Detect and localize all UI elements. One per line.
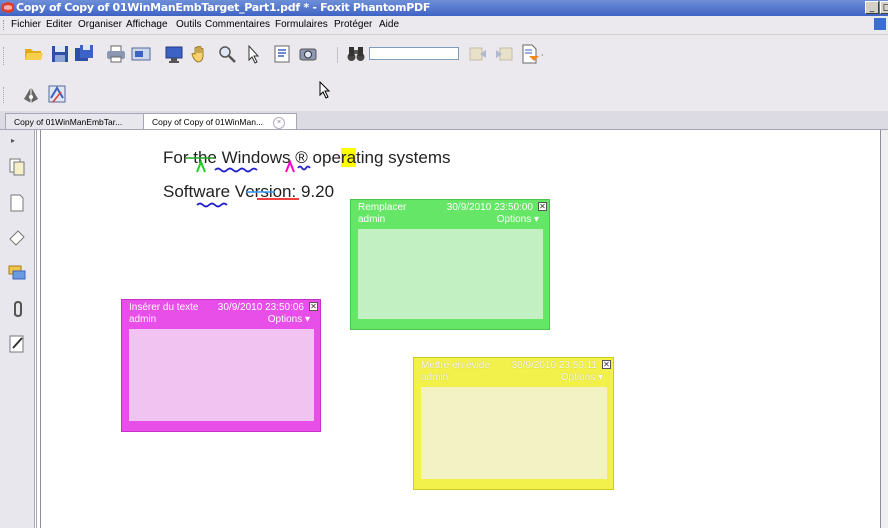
- save-as-icon[interactable]: [74, 44, 94, 64]
- menu-proteger[interactable]: Protéger: [334, 19, 372, 30]
- hand-tool-icon[interactable]: [190, 44, 210, 64]
- open-folder-icon[interactable]: [24, 44, 44, 64]
- comments-icon[interactable]: [8, 264, 26, 282]
- layers-icon[interactable]: [8, 228, 26, 246]
- tab-bar: Copy of 01WinManEmbTar... Copy of Copy o…: [0, 111, 888, 130]
- panel-expand-icon[interactable]: ▸: [11, 136, 15, 145]
- note-options-button[interactable]: Options ▾: [561, 372, 603, 384]
- note-author: admin: [421, 372, 449, 383]
- resize-grip-icon[interactable]: [124, 424, 129, 429]
- squiggly-underline-mark: [214, 167, 258, 173]
- menu-bar: Fichier Editer Organiser Affichage Outil…: [0, 16, 888, 35]
- note-title: Mettre en évide: [421, 360, 490, 371]
- squiggly-underline-mark: [196, 202, 228, 208]
- menu-aide[interactable]: Aide: [379, 19, 399, 30]
- close-icon[interactable]: ✕: [309, 302, 318, 311]
- secondary-toolbar: [0, 79, 888, 111]
- note-time: 30/9/2010 23:50:00: [446, 202, 533, 213]
- highlighted-text: ra: [340, 148, 357, 167]
- note-title: Insérer du texte: [129, 302, 199, 313]
- page-edge: [36, 130, 41, 528]
- menu-outils[interactable]: Outils: [176, 19, 202, 30]
- note-header[interactable]: Mettre en évide 30/9/2010 23:50:11: [421, 360, 609, 372]
- zoom-icon[interactable]: [217, 44, 237, 64]
- navigation-panel: ▸: [0, 130, 35, 528]
- tab-document-1[interactable]: Copy of 01WinManEmbTar...: [5, 113, 144, 129]
- close-icon[interactable]: ✕: [602, 360, 611, 369]
- bookmarks-icon[interactable]: [8, 194, 26, 212]
- toolbar-grip[interactable]: [3, 47, 6, 65]
- chevron-down-icon[interactable]: ·: [541, 52, 549, 60]
- note-options-button[interactable]: Options ▾: [497, 214, 539, 226]
- vertical-scrollbar[interactable]: [880, 130, 888, 528]
- pen-tool-icon[interactable]: [21, 85, 41, 105]
- note-text-area[interactable]: [421, 387, 607, 479]
- note-time: 30/9/2010 23:50:06: [217, 302, 304, 313]
- save-icon[interactable]: [50, 44, 70, 64]
- note-text-area[interactable]: [358, 229, 543, 319]
- window-controls: _ □: [865, 1, 888, 14]
- close-icon[interactable]: ✕: [538, 202, 547, 211]
- note-text-area[interactable]: [129, 329, 314, 421]
- select-text-icon[interactable]: [272, 44, 292, 64]
- toolbar-separator: [337, 47, 338, 63]
- note-options-button[interactable]: Options ▾: [268, 314, 310, 326]
- document-options-icon[interactable]: [520, 44, 540, 64]
- tab-document-2[interactable]: Copy of Copy of 01WinMan... ×: [143, 113, 297, 129]
- title-bar: Copy of Copy of 01WinManEmbTarget_Part1.…: [0, 0, 888, 16]
- menu-affichage[interactable]: Affichage: [126, 19, 168, 30]
- attachments-icon[interactable]: [8, 300, 26, 318]
- note-popup-replace[interactable]: Remplacer 30/9/2010 23:50:00 ✕ admin Opt…: [350, 199, 550, 330]
- help-icon[interactable]: [874, 18, 886, 30]
- search-input[interactable]: [369, 47, 459, 60]
- next-result-icon[interactable]: [494, 44, 514, 64]
- stamp-tool-icon[interactable]: [47, 84, 67, 104]
- resize-grip-icon[interactable]: [416, 482, 421, 487]
- menu-editer[interactable]: Editer: [46, 19, 72, 30]
- tab-label: Copy of Copy of 01WinMan...: [152, 117, 264, 127]
- menu-commentaires[interactable]: Commentaires: [205, 19, 270, 30]
- signatures-icon[interactable]: [8, 335, 26, 353]
- menu-formulaires[interactable]: Formulaires: [275, 19, 328, 30]
- resize-grip-icon[interactable]: [353, 322, 358, 327]
- window-title: Copy of Copy of 01WinManEmbTarget_Part1.…: [16, 1, 431, 14]
- note-time: 30/9/2010 23:50:11: [511, 360, 597, 371]
- note-header[interactable]: Remplacer 30/9/2010 23:50:00: [358, 202, 545, 214]
- tab-label: Copy of 01WinManEmbTar...: [14, 117, 123, 127]
- mouse-cursor-icon: [319, 81, 331, 99]
- find-binoculars-icon[interactable]: [346, 44, 366, 64]
- close-tab-icon[interactable]: ×: [273, 116, 286, 129]
- note-author: admin: [129, 314, 157, 325]
- note-header[interactable]: Insérer du texte 30/9/2010 23:50:06: [129, 302, 316, 314]
- menu-organiser[interactable]: Organiser: [78, 19, 122, 30]
- toolbar-grip[interactable]: [3, 87, 6, 103]
- maximize-button[interactable]: □: [880, 1, 888, 14]
- print-icon[interactable]: [106, 44, 126, 64]
- document-line-2: Software Version: 9.20: [163, 182, 335, 201]
- foxit-app-icon: [2, 2, 14, 13]
- note-popup-highlight[interactable]: Mettre en évide 30/9/2010 23:50:11 ✕ adm…: [413, 357, 614, 490]
- full-screen-icon[interactable]: [164, 44, 184, 64]
- email-icon[interactable]: [131, 44, 151, 64]
- snapshot-icon[interactable]: [298, 44, 318, 64]
- pages-icon[interactable]: [8, 158, 26, 176]
- note-popup-insert-text[interactable]: Insérer du texte 30/9/2010 23:50:06 ✕ ad…: [121, 299, 321, 432]
- select-arrow-icon[interactable]: [244, 44, 264, 64]
- prev-result-icon[interactable]: [468, 44, 488, 64]
- note-title: Remplacer: [358, 202, 407, 213]
- note-author: admin: [358, 214, 386, 225]
- menu-fichier[interactable]: Fichier: [11, 19, 41, 30]
- minimize-button[interactable]: _: [865, 1, 879, 14]
- document-line-1: For the Windows ® operating systems: [163, 148, 451, 167]
- menu-grip[interactable]: [3, 20, 6, 30]
